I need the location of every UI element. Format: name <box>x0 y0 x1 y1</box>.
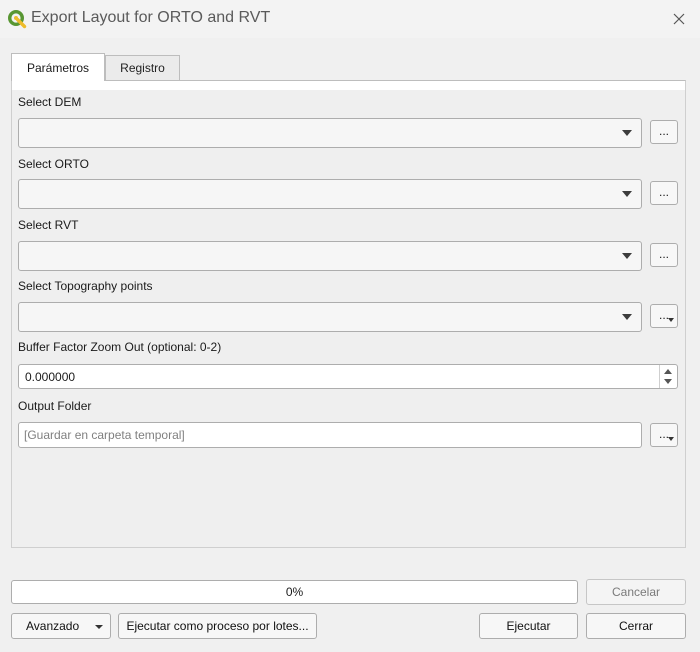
window-title: Export Layout for ORTO and RVT <box>31 9 271 26</box>
browse-label: ... <box>658 123 669 138</box>
close-window-button[interactable] <box>664 5 694 33</box>
dem-combobox[interactable] <box>18 118 642 148</box>
cancel-button-label: Cancelar <box>611 585 661 599</box>
title-bar: Export Layout for ORTO and RVT <box>0 0 700 38</box>
advanced-button-label: Avanzado <box>26 619 80 633</box>
batch-process-button[interactable]: Ejecutar como proceso por lotes... <box>118 613 317 639</box>
topo-browse-button[interactable]: ... <box>650 304 678 328</box>
spinbox-buttons[interactable] <box>659 365 677 388</box>
chevron-down-icon <box>622 191 632 197</box>
browse-label: ... <box>658 246 669 261</box>
output-folder-input[interactable] <box>19 423 641 447</box>
run-button[interactable]: Ejecutar <box>479 613 578 639</box>
orto-combobox[interactable] <box>18 179 642 209</box>
close-icon <box>673 13 685 25</box>
progress-bar: 0% <box>11 580 578 604</box>
chevron-down-icon <box>95 625 103 629</box>
close-button-label: Cerrar <box>618 619 653 633</box>
chevron-down-icon <box>622 253 632 259</box>
buffer-value: 0.000000 <box>25 370 76 384</box>
batch-process-button-label: Ejecutar como proceso por lotes... <box>126 619 309 633</box>
topo-label: Select Topography points <box>18 279 153 293</box>
rvt-label: Select RVT <box>18 218 79 232</box>
dem-label: Select DEM <box>18 95 82 109</box>
tab-parametros[interactable]: Parámetros <box>11 53 105 81</box>
rvt-combobox[interactable] <box>18 241 642 271</box>
spin-up-icon[interactable] <box>664 369 672 374</box>
tab-registro[interactable]: Registro <box>105 55 180 80</box>
buffer-label: Buffer Factor Zoom Out (optional: 0-2) <box>18 340 222 354</box>
spin-down-icon[interactable] <box>664 379 672 384</box>
progress-text: 0% <box>285 585 304 599</box>
close-button[interactable]: Cerrar <box>586 613 686 639</box>
chevron-down-icon <box>622 314 632 320</box>
dropdown-arrow-icon <box>668 437 674 441</box>
qgis-logo-icon <box>7 9 27 29</box>
buffer-spinbox[interactable]: 0.000000 <box>18 364 678 389</box>
tab-label: Parámetros <box>26 60 90 75</box>
output-browse-button[interactable]: ... <box>650 423 678 447</box>
browse-label: ... <box>658 184 669 199</box>
output-folder-field[interactable] <box>18 422 642 448</box>
topo-combobox[interactable] <box>18 302 642 332</box>
rvt-browse-button[interactable]: ... <box>650 243 678 267</box>
orto-label: Select ORTO <box>18 157 89 171</box>
cancel-button[interactable]: Cancelar <box>586 579 686 605</box>
tab-label: Registro <box>120 61 165 75</box>
panel-top-strip <box>12 81 685 90</box>
orto-browse-button[interactable]: ... <box>650 181 678 205</box>
dropdown-arrow-icon <box>668 318 674 322</box>
dem-browse-button[interactable]: ... <box>650 120 678 144</box>
chevron-down-icon <box>622 130 632 136</box>
output-label: Output Folder <box>18 399 92 413</box>
advanced-button[interactable]: Avanzado <box>11 613 111 639</box>
run-button-label: Ejecutar <box>506 619 551 633</box>
